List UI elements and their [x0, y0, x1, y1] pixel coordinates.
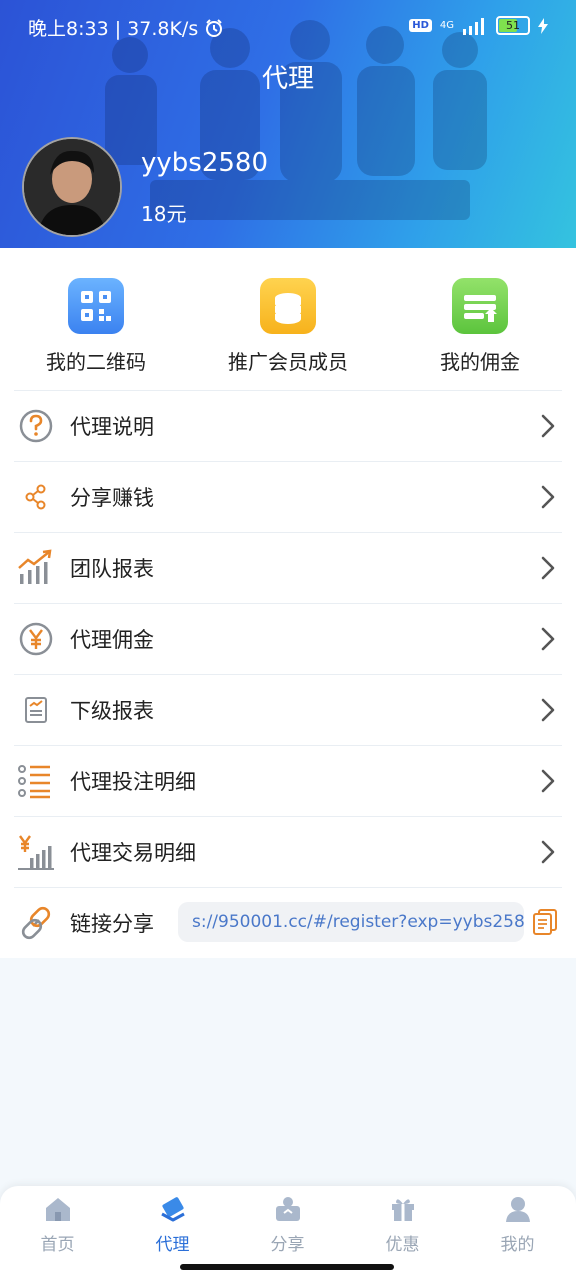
page-title: 代理 [261, 64, 314, 94]
tab-label: 优惠 [385, 1235, 420, 1255]
charging-icon [538, 17, 548, 34]
share-icon [25, 484, 46, 510]
my-qr-code-label: 我的二维码 [46, 350, 146, 374]
my-qr-code-button[interactable]: 我的二维码 [0, 278, 192, 375]
user-icon [505, 1197, 530, 1222]
copy-icon[interactable] [532, 908, 558, 936]
status-bar: 晚上8:33 | 37.8K/s HD 4G 51 [0, 0, 576, 52]
tab-label: 首页 [40, 1235, 75, 1255]
tab-share[interactable]: 分享 [230, 1194, 345, 1255]
menu-item-trade-details[interactable]: 代理交易明细 [14, 816, 562, 887]
chevron-right-icon [541, 840, 555, 864]
link-icon [21, 906, 51, 940]
menu-item-label: 代理佣金 [70, 628, 154, 652]
qr-code-icon [68, 278, 124, 334]
menu-item-agent-commission[interactable]: 代理佣金 [14, 603, 562, 674]
menu-item-share-earn[interactable]: 分享赚钱 [14, 461, 562, 532]
tab-label: 分享 [270, 1235, 305, 1255]
header-banner: 晚上8:33 | 37.8K/s HD 4G 51 代理 yybs2580 18… [0, 0, 576, 248]
share-link-field[interactable]: s://950001.cc/#/register?exp=yybs2580& [178, 902, 524, 942]
menu-list: 代理说明 分享赚钱 团队报表 代理佣金 下级报表 代理投注明细 代理交易明细 链… [0, 390, 576, 958]
menu-item-label: 代理投注明细 [70, 770, 196, 794]
list-icon [18, 765, 50, 799]
menu-item-label: 代理交易明细 [70, 841, 196, 865]
menu-item-agent-info[interactable]: 代理说明 [14, 390, 562, 461]
chevron-right-icon [541, 556, 555, 580]
menu-item-label: 下级报表 [70, 699, 154, 723]
signal-icon [463, 17, 484, 35]
chart-up-icon [18, 549, 52, 584]
coins-icon [260, 278, 316, 334]
tab-label: 代理 [155, 1235, 190, 1255]
avatar[interactable] [22, 137, 122, 237]
my-commission-button[interactable]: 我的佣金 [384, 278, 576, 375]
share-link-url: s://950001.cc/#/register?exp=yybs2580 [192, 912, 524, 932]
home-icon [45, 1198, 70, 1221]
wallet-icon [452, 278, 508, 334]
promote-members-label: 推广会员成员 [228, 350, 348, 374]
menu-item-label: 代理说明 [70, 415, 154, 439]
tab-mine[interactable]: 我的 [460, 1194, 575, 1255]
chevron-right-icon [541, 627, 555, 651]
battery-level: 51 [506, 19, 520, 32]
menu-item-link-share: 链接分享 s://950001.cc/#/register?exp=yybs25… [14, 887, 562, 958]
menu-item-label: 分享赚钱 [70, 486, 154, 510]
status-time: 晚上8:33 | 37.8K/s [28, 18, 199, 40]
chevron-right-icon [541, 698, 555, 722]
agent-icon [160, 1197, 185, 1222]
quick-actions: 我的二维码 推广会员成员 我的佣金 [0, 248, 576, 390]
question-icon [19, 409, 53, 443]
tab-label: 我的 [500, 1235, 535, 1255]
link-share-label: 链接分享 [70, 912, 154, 936]
menu-item-sub-report[interactable]: 下级报表 [14, 674, 562, 745]
yen-bars-icon [18, 835, 54, 870]
gift-icon [391, 1199, 414, 1221]
username: yybs2580 [141, 148, 268, 178]
chevron-right-icon [541, 414, 555, 438]
promote-members-button[interactable]: 推广会员成员 [192, 278, 384, 375]
tab-agent[interactable]: 代理 [115, 1194, 230, 1255]
tab-promotions[interactable]: 优惠 [345, 1194, 460, 1255]
menu-item-team-report[interactable]: 团队报表 [14, 532, 562, 603]
yen-circle-icon [19, 622, 53, 656]
chevron-right-icon [541, 485, 555, 509]
balance: 18元 [141, 202, 187, 226]
chevron-right-icon [541, 769, 555, 793]
alarm-icon [206, 18, 223, 37]
tab-home[interactable]: 首页 [0, 1194, 115, 1255]
home-indicator[interactable] [180, 1264, 394, 1270]
menu-item-label: 团队报表 [70, 557, 154, 581]
menu-item-bet-details[interactable]: 代理投注明细 [14, 745, 562, 816]
avatar-image [24, 139, 120, 235]
network-type: 4G [439, 19, 454, 31]
hd-badge: HD [409, 19, 432, 32]
my-commission-label: 我的佣金 [440, 350, 520, 374]
battery-icon: 51 [496, 16, 530, 35]
share-box-icon [275, 1197, 300, 1221]
report-icon [25, 697, 47, 723]
